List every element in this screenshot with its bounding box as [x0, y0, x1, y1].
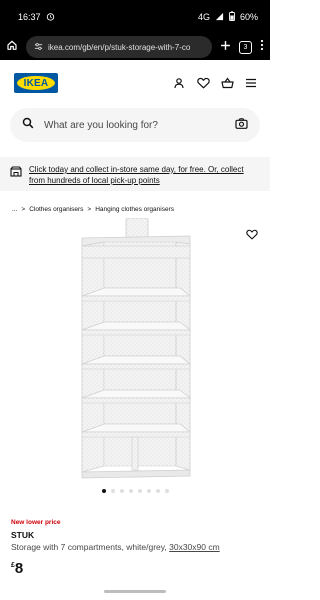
gallery-dot[interactable]: [164, 489, 169, 493]
browser-toolbar: ikea.com/gb/en/p/stuk-storage-with-7-co …: [0, 34, 270, 60]
product-description: Storage with 7 compartments, white/grey,…: [11, 542, 260, 552]
breadcrumb-separator: >: [87, 206, 92, 213]
ikea-logo[interactable]: IKEA: [14, 73, 58, 93]
camera-search-icon[interactable]: [235, 116, 248, 134]
promo-link[interactable]: Click today and collect in-store same da…: [29, 164, 258, 186]
new-lower-price-badge: New lower price: [11, 519, 61, 526]
gallery-dot[interactable]: [101, 489, 106, 493]
product-image: [81, 217, 192, 479]
battery-level: 60%: [239, 12, 258, 22]
click-and-collect-icon: [10, 164, 22, 182]
url-text: ikea.com/gb/en/p/stuk-storage-with-7-co: [48, 42, 191, 52]
breadcrumb: ... > Clothes organisers > Hanging cloth…: [12, 206, 270, 213]
product-description-text: Storage with 7 compartments, white/grey,: [11, 542, 167, 552]
product-name: STUK: [11, 530, 35, 540]
battery-icon: [229, 11, 235, 23]
ikea-logo-text: IKEA: [23, 77, 49, 89]
address-bar[interactable]: ikea.com/gb/en/p/stuk-storage-with-7-co: [26, 36, 212, 58]
basket-icon[interactable]: [220, 76, 234, 90]
status-bar: 16:37 4G 60%: [0, 0, 270, 34]
tab-switcher-button[interactable]: 3: [239, 40, 252, 54]
gallery-pagination[interactable]: [0, 489, 270, 493]
menu-icon[interactable]: [244, 76, 258, 90]
promo-banner[interactable]: Click today and collect in-store same da…: [0, 157, 270, 191]
gallery-dot[interactable]: [155, 489, 160, 493]
gallery-dot[interactable]: [110, 489, 115, 493]
breadcrumb-item[interactable]: Hanging clothes organisers: [95, 206, 174, 213]
gallery-dot[interactable]: [146, 489, 151, 493]
status-time: 16:37: [18, 12, 41, 22]
search-bar[interactable]: What are you looking for?: [10, 108, 260, 142]
product-dimensions-link[interactable]: 30x30x90 cm: [169, 542, 220, 552]
new-tab-icon[interactable]: [220, 38, 231, 56]
search-input[interactable]: What are you looking for?: [44, 120, 225, 131]
network-type: 4G: [197, 12, 210, 22]
product-price: £ 8: [11, 560, 260, 577]
price-amount: 8: [14, 560, 24, 577]
product-gallery[interactable]: [0, 217, 270, 488]
site-settings-icon[interactable]: [34, 42, 43, 53]
gallery-dot[interactable]: [119, 489, 124, 493]
add-to-wishlist-icon[interactable]: [246, 227, 258, 245]
breadcrumb-ellipsis[interactable]: ...: [12, 206, 17, 213]
alarm-icon: [46, 12, 55, 23]
gesture-bar[interactable]: [104, 590, 166, 593]
search-icon: [22, 116, 34, 134]
site-header: IKEA: [0, 60, 270, 106]
signal-icon: [215, 12, 224, 23]
more-options-icon[interactable]: [260, 38, 264, 56]
wishlist-icon[interactable]: [196, 76, 210, 90]
account-icon[interactable]: [172, 76, 186, 90]
product-info: New lower price STUK Storage with 7 comp…: [11, 519, 260, 577]
breadcrumb-separator: >: [21, 206, 26, 213]
home-icon[interactable]: [6, 38, 18, 56]
gallery-dot[interactable]: [137, 489, 142, 493]
breadcrumb-item[interactable]: Clothes organisers: [29, 206, 83, 213]
gallery-dot[interactable]: [128, 489, 133, 493]
